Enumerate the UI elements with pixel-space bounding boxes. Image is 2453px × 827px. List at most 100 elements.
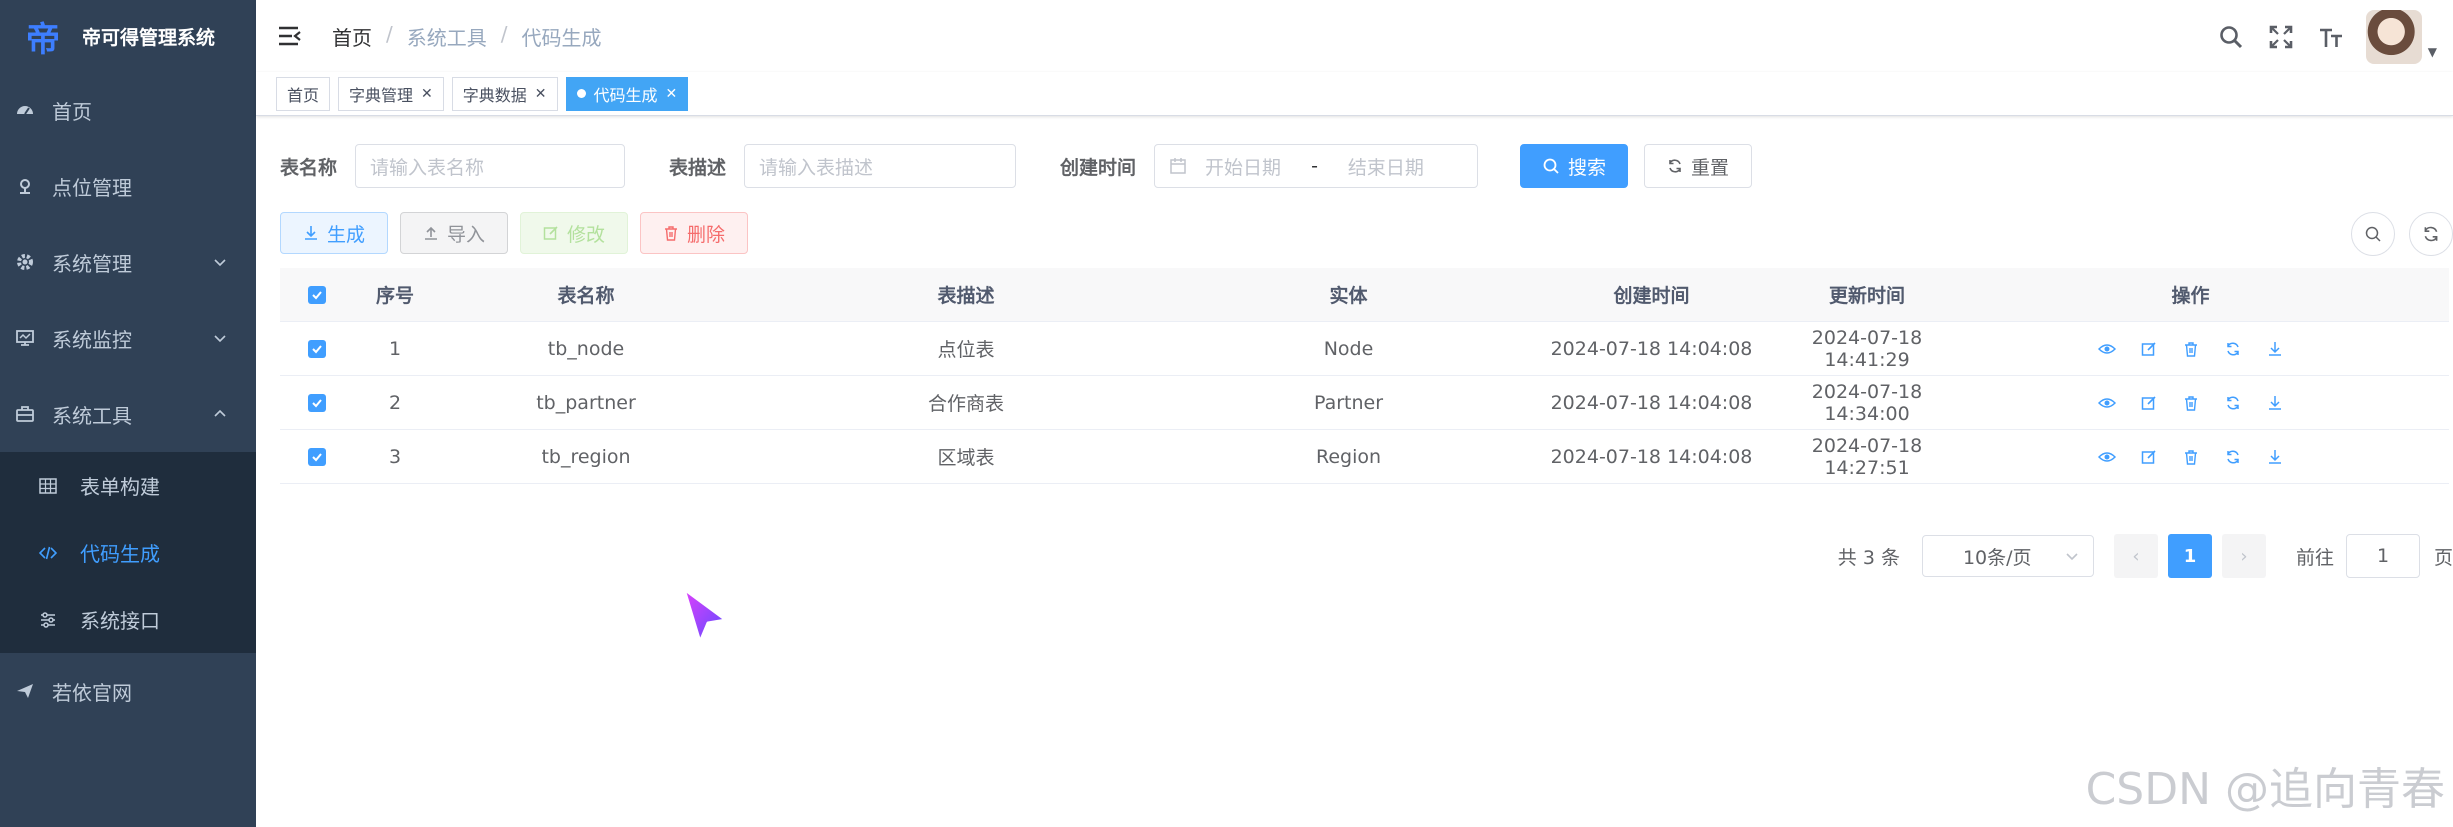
trash-icon[interactable] [2181,339,2201,359]
header-index: 序号 [375,285,414,307]
page-suffix: 页 [2433,546,2453,569]
header-created: 创建时间 [1613,285,1690,307]
download-icon[interactable] [2265,339,2285,359]
tag-home[interactable]: 首页 [276,76,331,111]
sidebar-item-label: 系统管理 [52,251,132,276]
next-page-button[interactable]: › [2221,534,2266,578]
table-row: 2 tb_partner 合作商表 Partner 2024-07-18 14:… [280,376,2449,430]
sync-icon[interactable] [2223,393,2243,413]
preview-icon[interactable] [2097,339,2117,359]
end-date-placeholder[interactable]: 结束日期 [1348,153,1424,180]
close-icon[interactable]: ✕ [421,86,433,102]
chevron-down-icon [214,259,226,267]
generate-button[interactable]: 生成 [280,212,388,254]
delete-button[interactable]: 删除 [640,212,748,254]
prev-page-button[interactable]: ‹ [2113,534,2158,578]
fullscreen-icon[interactable] [2266,22,2296,52]
breadcrumb-separator: / [500,22,508,46]
tag-dict-manage[interactable]: 字典管理 ✕ [338,76,444,111]
pagination-total: 共 3 条 [1837,546,1900,569]
breadcrumb-code-gen: 代码生成 [521,26,602,50]
upload-icon [424,226,437,240]
gear-icon [14,251,36,273]
chevron-down-icon [2066,553,2078,561]
preview-icon[interactable] [2097,393,2117,413]
tag-code-gen[interactable]: 代码生成 ✕ [565,76,689,111]
sync-icon[interactable] [2223,447,2243,467]
hamburger-icon[interactable] [276,22,304,50]
start-date-placeholder[interactable]: 开始日期 [1205,153,1281,180]
edit-icon[interactable] [2139,339,2159,359]
reset-button[interactable]: 重置 [1644,144,1753,188]
table-desc-input[interactable]: 请输入表描述 [744,144,1017,188]
checkbox[interactable] [308,339,326,358]
tag-label: 字典管理 [349,85,414,105]
sidebar-item-system[interactable]: 系统管理 [0,224,256,300]
row-checkbox[interactable] [280,447,354,466]
font-size-icon[interactable] [2316,22,2346,52]
cell-updated: 2024-07-18 14:41:29 [1811,326,1923,371]
import-button[interactable]: 导入 [400,212,508,254]
sidebar-item-home[interactable]: 首页 [0,72,256,148]
breadcrumb-separator: / [386,22,393,46]
checkbox[interactable] [308,285,326,304]
toggle-search-button[interactable] [2351,212,2395,256]
download-icon[interactable] [2265,447,2285,467]
range-separator: - [1311,155,1318,177]
sidebar-item-code-gen[interactable]: 代码生成 [0,519,256,586]
avatar[interactable] [2365,10,2422,64]
search-button[interactable]: 搜索 [1520,144,1629,188]
cell-actions [1932,339,2449,359]
generate-label: 生成 [326,223,365,246]
row-checkbox[interactable] [280,393,354,412]
sidebar-item-label: 系统工具 [52,403,132,428]
search-icon [2365,226,2381,242]
close-icon[interactable]: ✕ [535,86,547,102]
trash-icon[interactable] [2181,447,2201,467]
page-number-button[interactable]: 1 [2167,534,2212,578]
trash-icon[interactable] [2181,393,2201,413]
header-table-desc: 表描述 [937,285,995,307]
goto-page-input[interactable]: 1 [2345,534,2420,578]
page-size-select[interactable]: 10条/页 [1921,535,2094,577]
row-checkbox[interactable] [280,339,354,358]
refresh-button[interactable] [2409,212,2453,256]
cell-updated: 2024-07-18 14:34:00 [1811,380,1923,425]
cell-table-desc: 区域表 [937,447,995,469]
checkbox[interactable] [308,447,326,466]
download-icon[interactable] [2265,393,2285,413]
header-actions: 操作 [2171,285,2210,307]
search-form: 表名称 请输入表名称 表描述 请输入表描述 创建时间 开始日期 - 结束日期 搜… [280,144,1753,188]
sidebar-item-label: 点位管理 [52,175,132,200]
edit-icon[interactable] [2139,393,2159,413]
search-button-label: 搜索 [1568,156,1607,179]
sync-icon[interactable] [2223,339,2243,359]
tag-dict-data[interactable]: 字典数据 ✕ [451,76,558,111]
search-icon [1543,158,1559,174]
tag-label: 首页 [287,85,320,105]
navbar-right: ▼ [2216,10,2437,64]
search-icon[interactable] [2216,22,2246,52]
cell-table-name: tb_node [547,337,625,360]
select-all-checkbox[interactable] [280,285,354,304]
import-label: 导入 [446,223,485,246]
sidebar-item-api[interactable]: 系统接口 [0,586,256,653]
date-range-picker[interactable]: 开始日期 - 结束日期 [1154,144,1479,188]
cell-index: 2 [388,391,402,414]
preview-icon[interactable] [2097,447,2117,467]
navbar: 首页 / 系统工具 / 代码生成 ▼ [256,0,2453,72]
table-name-input[interactable]: 请输入表名称 [355,144,626,188]
sidebar-item-label: 若依官网 [52,680,132,705]
sidebar-item-website[interactable]: 若依官网 [0,653,256,729]
edit-icon[interactable] [2139,447,2159,467]
sidebar-item-form-builder[interactable]: 表单构建 [0,452,256,519]
logo[interactable]: 帝 帝可得管理系统 [0,0,256,72]
breadcrumb-home[interactable]: 首页 [332,22,372,51]
close-icon[interactable]: ✕ [666,86,678,102]
sidebar-item-tools[interactable]: 系统工具 [0,376,256,452]
checkbox[interactable] [308,393,326,412]
sidebar-item-monitor[interactable]: 系统监控 [0,300,256,376]
caret-down-icon[interactable]: ▼ [2428,45,2437,59]
modify-button[interactable]: 修改 [520,212,628,254]
sidebar-item-location[interactable]: 点位管理 [0,148,256,224]
